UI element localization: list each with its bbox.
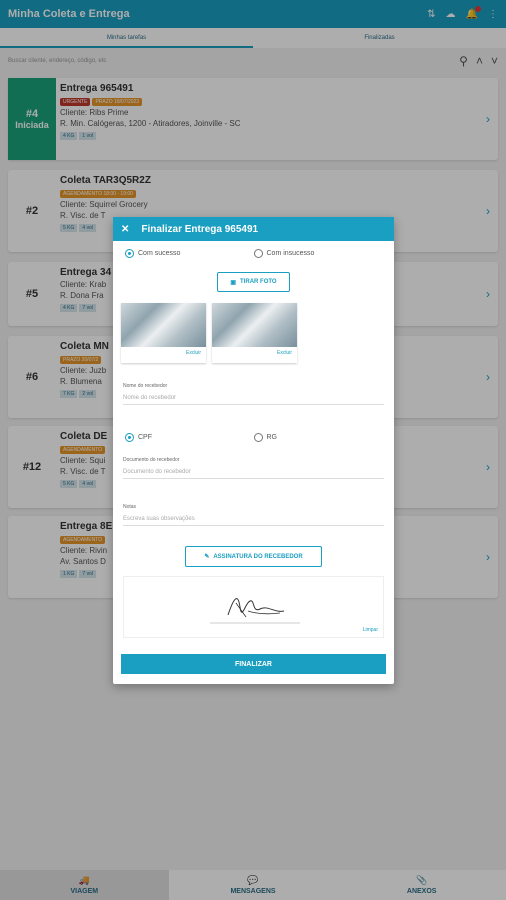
camera-icon: ▣ (230, 279, 237, 286)
take-photo-label: TIRAR FOTO (240, 279, 277, 285)
finish-button[interactable]: FINALIZAR (121, 654, 386, 674)
signature-drawing (210, 598, 300, 624)
radio-indicator (253, 433, 263, 442)
signature-pad[interactable]: Limpar (123, 576, 384, 638)
photo-thumbnail[interactable]: Excluir (121, 303, 206, 363)
close-icon[interactable]: ✕ (121, 224, 129, 235)
notes-input[interactable]: Escreva suas observações (123, 516, 384, 525)
receiver-document-field[interactable]: Documento do recebedor Documento do rece… (123, 457, 384, 479)
radio-label: Com sucesso (138, 250, 181, 257)
radio-label: Com insucesso (266, 250, 315, 257)
success-radio[interactable]: Com sucesso (125, 249, 254, 258)
clear-signature-button[interactable]: Limpar (363, 627, 378, 633)
radio-indicator (125, 433, 134, 442)
notes-field[interactable]: Notas Escreva suas observações (123, 504, 384, 526)
delete-photo-button[interactable]: Excluir (212, 347, 297, 359)
field-label: Notas (123, 504, 137, 510)
receiver-document-input[interactable]: Documento do recebedor (123, 469, 384, 478)
signature-button-label: ASSINATURA DO RECEBEDOR (213, 553, 303, 560)
rg-radio[interactable]: RG (253, 433, 383, 442)
radio-label: CPF (138, 434, 152, 441)
radio-indicator (253, 249, 263, 258)
dialog-title: Finalizar Entrega 965491 (141, 223, 259, 235)
radio-indicator (125, 249, 134, 258)
edit-icon: ✎ (204, 554, 210, 560)
signature-button[interactable]: ✎ ASSINATURA DO RECEBEDOR (185, 546, 322, 567)
receiver-name-field[interactable]: Nome do recebedor Nome do recebedor (123, 383, 384, 405)
photo-image (212, 303, 297, 347)
photo-image (121, 303, 206, 347)
field-label: Nome do recebedor (123, 383, 168, 389)
delete-photo-button[interactable]: Excluir (121, 347, 206, 359)
field-label: Documento do recebedor (123, 457, 180, 463)
take-photo-button[interactable]: ▣ TIRAR FOTO (217, 272, 290, 292)
finish-delivery-dialog: ✕ Finalizar Entrega 965491 Com sucesso C… (113, 217, 394, 684)
failure-radio[interactable]: Com insucesso (253, 249, 383, 258)
radio-label: RG (266, 434, 278, 441)
photo-thumbnail[interactable]: Excluir (212, 303, 297, 363)
cpf-radio[interactable]: CPF (125, 433, 254, 442)
receiver-name-input[interactable]: Nome do recebedor (123, 395, 384, 404)
